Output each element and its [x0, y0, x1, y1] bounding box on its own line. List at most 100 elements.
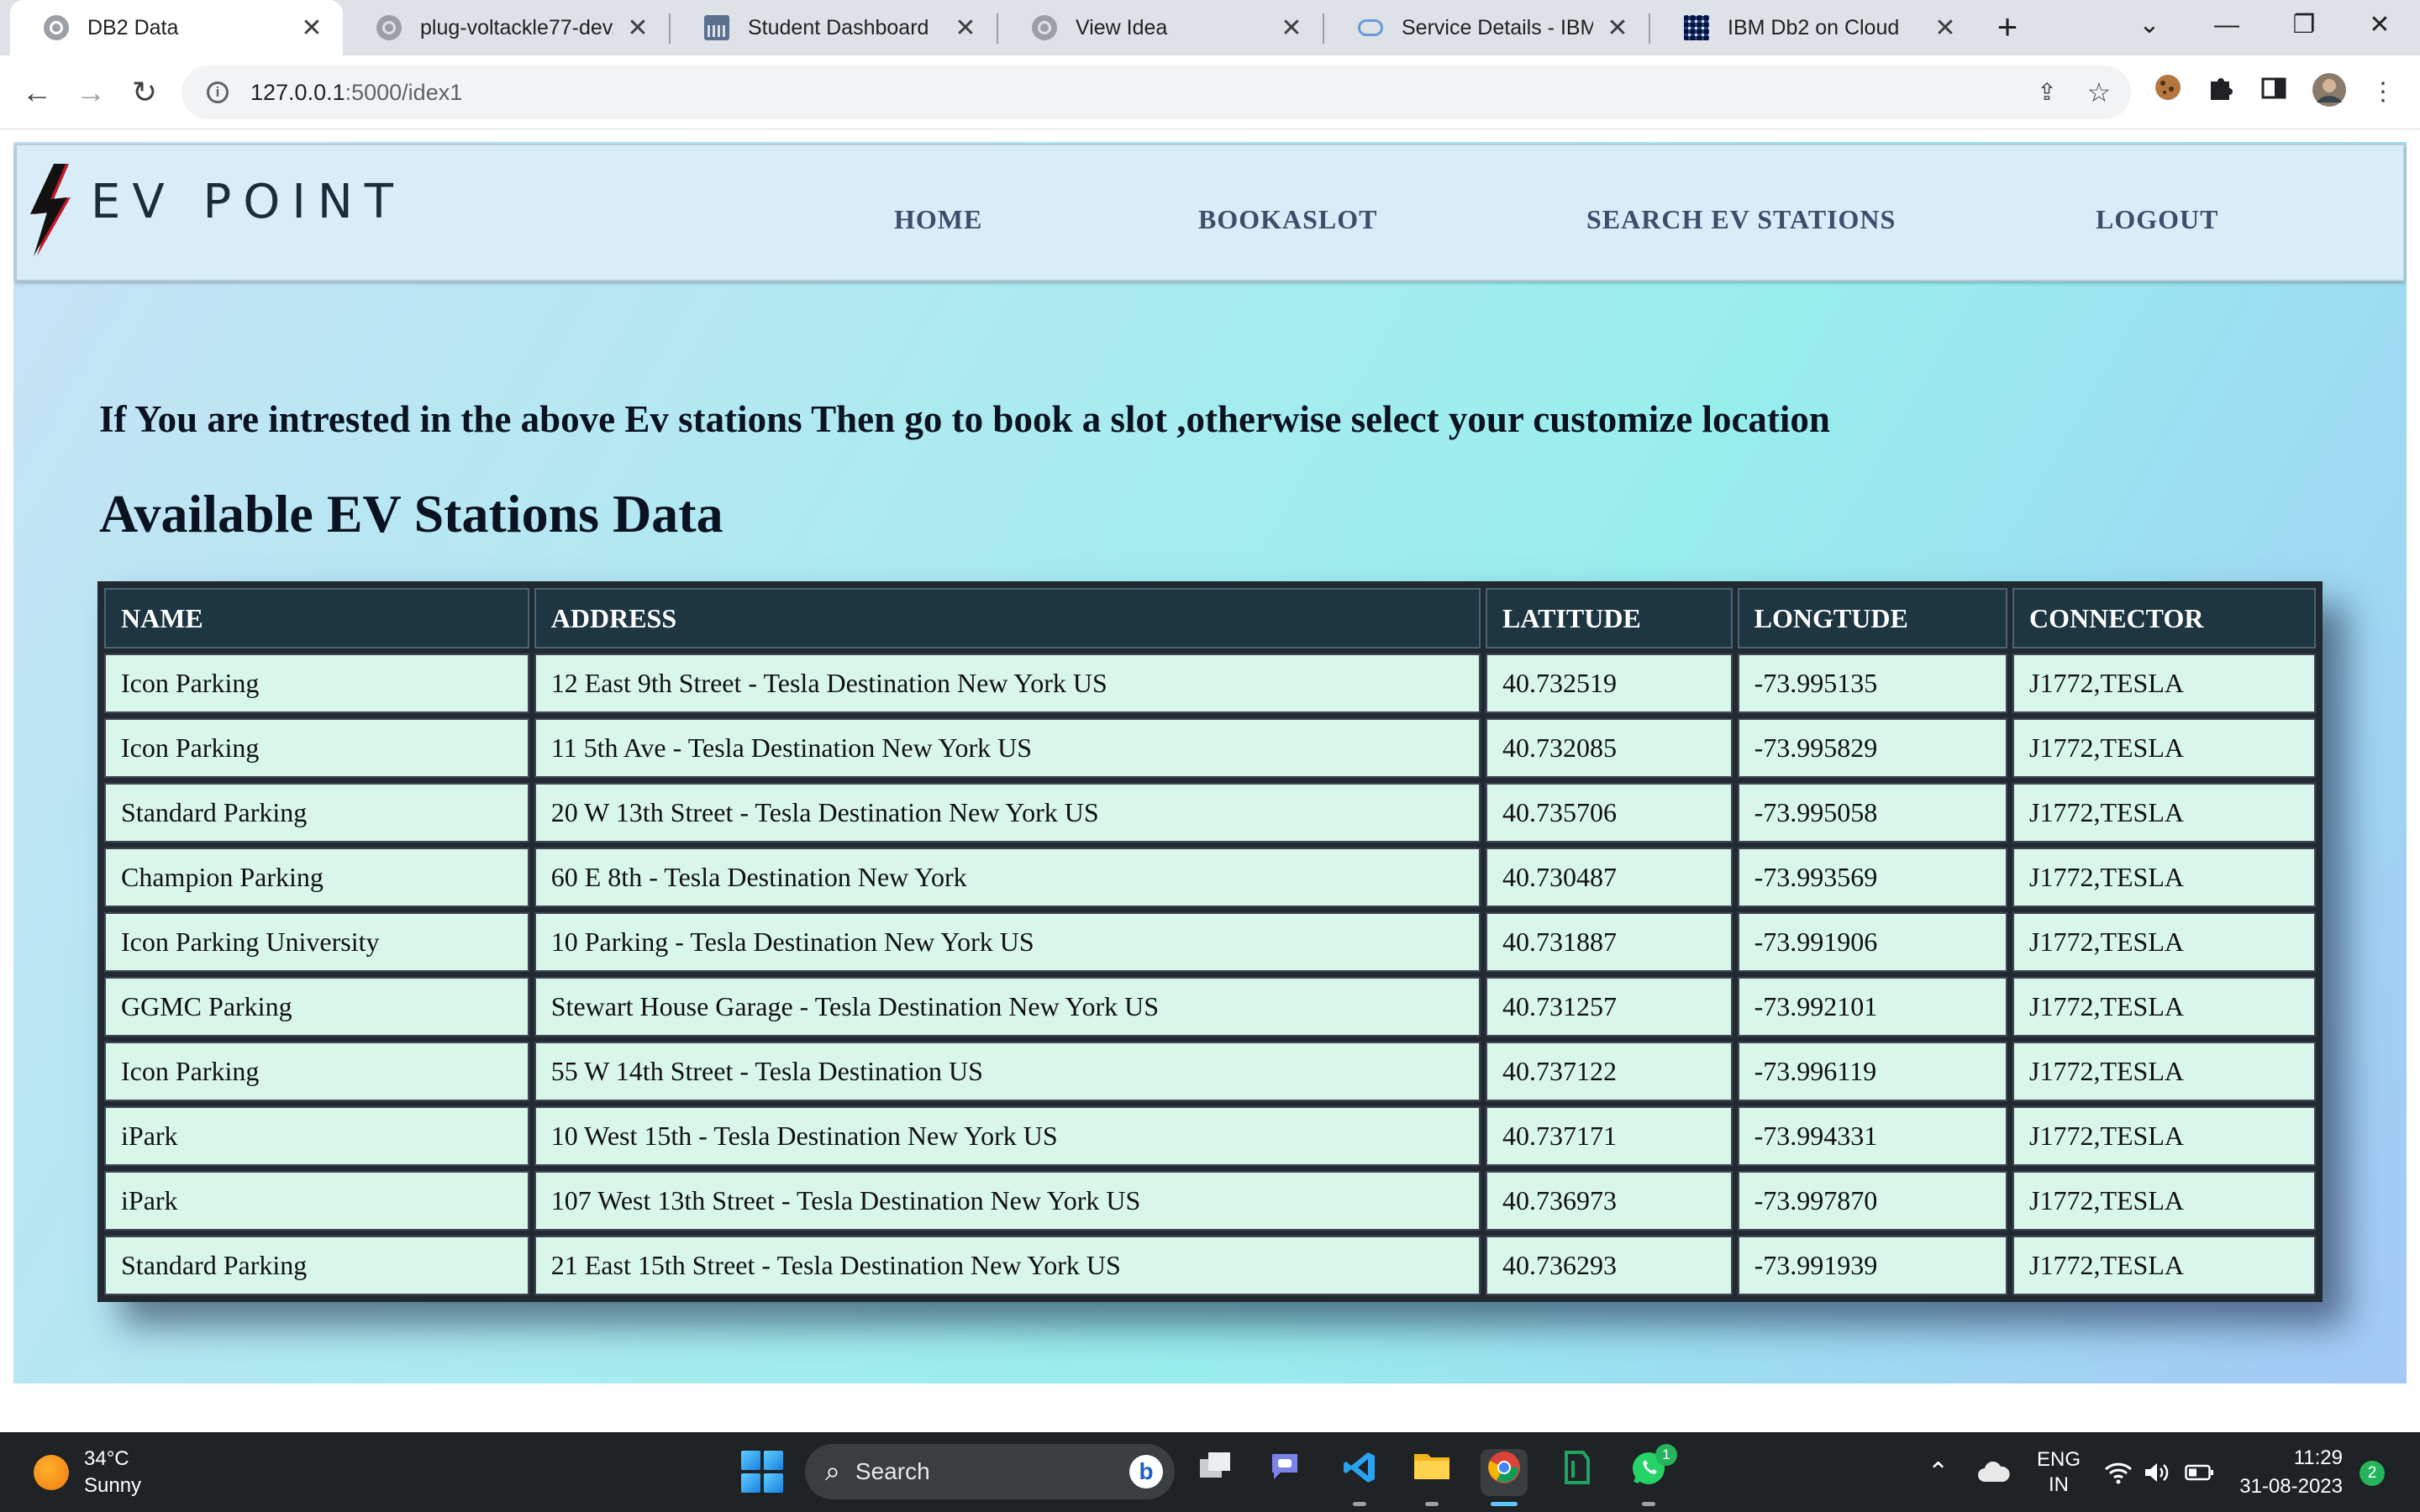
vscode-icon[interactable] [1336, 1449, 1383, 1506]
taskbar-clock[interactable]: 11:29 31-08-2023 [2235, 1444, 2343, 1501]
side-panel-icon[interactable] [2254, 72, 2294, 113]
page-viewport: EV POINT HOME BOOKASLOT SEARCH EV STATIO… [0, 130, 2420, 1432]
table-row: iPark 107 West 13th Street - Tesla Destin… [104, 1171, 2316, 1231]
taskbar-search[interactable]: ⌕ Search b [805, 1444, 1175, 1499]
table-row: Icon Parking 11 5th Ave - Tesla Destinati… [104, 718, 2316, 778]
share-icon[interactable]: ⇪ [2027, 72, 2067, 113]
site-info-icon[interactable]: i [207, 81, 229, 103]
onedrive-cloud-icon[interactable] [1976, 1432, 2010, 1512]
close-tab-icon[interactable]: ✕ [623, 13, 652, 43]
cell-address: 12 East 9th Street - Tesla Destination N… [534, 654, 1481, 713]
cell-name: Icon Parking University [104, 912, 529, 972]
volume-icon[interactable] [2143, 1432, 2171, 1512]
browser-toolbar: ← → ↻ i 127.0.0.1:5000/idex1 ⇪ ☆ ⋮ [0, 55, 2420, 129]
site-navbar: EV POINT HOME BOOKASLOT SEARCH EV STATIO… [15, 144, 2405, 281]
cell-connector: J1772,TESLA [2012, 783, 2316, 843]
cell-latitude: 40.730487 [1486, 848, 1733, 907]
cell-longitude: -73.995058 [1737, 783, 2007, 843]
browser-tab-student-dashboard[interactable]: Student Dashboard ✕ [671, 0, 997, 55]
bookmark-star-icon[interactable]: ☆ [2079, 72, 2119, 113]
cell-longitude: -73.991939 [1737, 1236, 2007, 1295]
close-tab-icon[interactable]: ✕ [1603, 13, 1632, 43]
close-tab-icon[interactable]: ✕ [1277, 13, 1306, 43]
address-bar[interactable]: i 127.0.0.1:5000/idex1 [182, 66, 2131, 119]
cell-connector: J1772,TESLA [2012, 912, 2316, 972]
notification-badge[interactable]: 2 [2360, 1461, 2385, 1486]
cookie-extension-icon[interactable] [2148, 72, 2188, 113]
cell-name: Icon Parking [104, 1042, 529, 1101]
cell-address: 10 West 15th - Tesla Destination New Yor… [534, 1106, 1481, 1166]
nav-bookaslot[interactable]: BOOKASLOT [1198, 204, 1378, 235]
url-text[interactable]: 127.0.0.1:5000/idex1 [250, 80, 462, 106]
close-tab-icon[interactable]: ✕ [951, 13, 980, 43]
cell-longitude: -73.994331 [1737, 1106, 2007, 1166]
forward-arrow-icon[interactable]: → [69, 71, 113, 114]
whatsapp-icon[interactable]: 1 [1625, 1444, 1677, 1506]
browser-tab-ibm-db2[interactable]: IBM Db2 on Cloud ✕ [1650, 0, 1976, 55]
cell-connector: J1772,TESLA [2012, 654, 2316, 713]
kebab-menu-icon[interactable]: ⋮ [2363, 72, 2403, 113]
globe-icon [1032, 15, 1057, 40]
tab-title: IBM Db2 on Cloud [1728, 15, 1900, 39]
tab-title: Student Dashboard [748, 15, 929, 39]
browser-tab-db2-data[interactable]: DB2 Data ✕ [10, 0, 343, 55]
nav-logout[interactable]: LOGOUT [2096, 204, 2218, 235]
new-tab-button[interactable]: + [1986, 7, 2028, 49]
globe-icon [44, 15, 69, 40]
nav-home[interactable]: HOME [894, 204, 982, 235]
minimize-icon[interactable]: — [2202, 3, 2252, 47]
cell-address: 55 W 14th Street - Tesla Destination US [534, 1042, 1481, 1101]
cell-latitude: 40.732085 [1486, 718, 1733, 778]
globe-icon [376, 15, 402, 40]
bing-icon[interactable]: b [1129, 1455, 1163, 1488]
tray-chevron-icon[interactable]: ⌃ [1928, 1432, 1949, 1512]
cell-name: Icon Parking [104, 718, 529, 778]
task-view-icon[interactable] [1192, 1449, 1239, 1496]
extensions-puzzle-icon[interactable] [2200, 72, 2240, 113]
cell-name: Standard Parking [104, 1236, 529, 1295]
close-tab-icon[interactable]: ✕ [297, 13, 326, 43]
tab-search-chevron-icon[interactable]: ⌄ [2124, 3, 2175, 47]
ev-point-logo[interactable]: EV POINT [29, 164, 405, 256]
green-app-icon[interactable] [1553, 1449, 1600, 1496]
db2-icon [1684, 15, 1709, 40]
teams-chat-icon[interactable] [1264, 1449, 1311, 1496]
close-tab-icon[interactable]: ✕ [1931, 13, 1960, 43]
back-arrow-icon[interactable]: ← [15, 71, 59, 114]
window-close-icon[interactable]: ✕ [2354, 3, 2405, 47]
search-icon: ⌕ [825, 1456, 840, 1486]
cell-name: iPark [104, 1171, 529, 1231]
table-row: GGMC Parking Stewart House Garage - Tesla… [104, 977, 2316, 1037]
cell-address: 21 East 15th Street - Tesla Destination … [534, 1236, 1481, 1295]
reload-icon[interactable]: ↻ [123, 71, 166, 114]
cell-connector: J1772,TESLA [2012, 1236, 2316, 1295]
cell-latitude: 40.735706 [1486, 783, 1733, 843]
tab-title: View Idea [1076, 15, 1168, 39]
whatsapp-badge: 1 [1655, 1444, 1677, 1466]
table-row: Icon Parking University 10 Parking - Tesl… [104, 912, 2316, 972]
browser-tab-service-details[interactable]: Service Details - IBM Clo ✕ [1324, 0, 1649, 55]
cell-address: 60 E 8th - Tesla Destination New York [534, 848, 1481, 907]
cell-connector: J1772,TESLA [2012, 718, 2316, 778]
region-code: IN [2049, 1473, 2069, 1496]
file-explorer-icon[interactable] [1408, 1449, 1455, 1506]
browser-tab-plug-voltackle[interactable]: plug-voltackle77-dev.ap ✕ [343, 0, 669, 55]
lightning-bolt-icon [30, 164, 71, 256]
weather-widget[interactable]: 34°C Sunny [34, 1446, 141, 1499]
cell-address: 10 Parking - Tesla Destination New York … [534, 912, 1481, 972]
wifi-icon[interactable] [2104, 1432, 2133, 1512]
chrome-icon[interactable] [1481, 1449, 1528, 1506]
restore-icon[interactable]: ❐ [2279, 3, 2329, 47]
cell-name: Standard Parking [104, 783, 529, 843]
cell-latitude: 40.731257 [1486, 977, 1733, 1037]
nav-search-ev-stations[interactable]: SEARCH EV STATIONS [1586, 204, 1896, 235]
input-language[interactable]: ENG IN [2035, 1432, 2082, 1512]
profile-avatar[interactable] [2309, 72, 2349, 113]
intro-text: If You are intrested in the above Ev sta… [99, 398, 1830, 440]
windows-start-icon[interactable] [741, 1451, 783, 1493]
battery-icon[interactable] [2185, 1432, 2215, 1512]
cell-latitude: 40.736293 [1486, 1236, 1733, 1295]
table-row: Champion Parking 60 E 8th - Tesla Destina… [104, 848, 2316, 907]
browser-tab-view-idea[interactable]: View Idea ✕ [998, 0, 1323, 55]
cell-longitude: -73.991906 [1737, 912, 2007, 972]
